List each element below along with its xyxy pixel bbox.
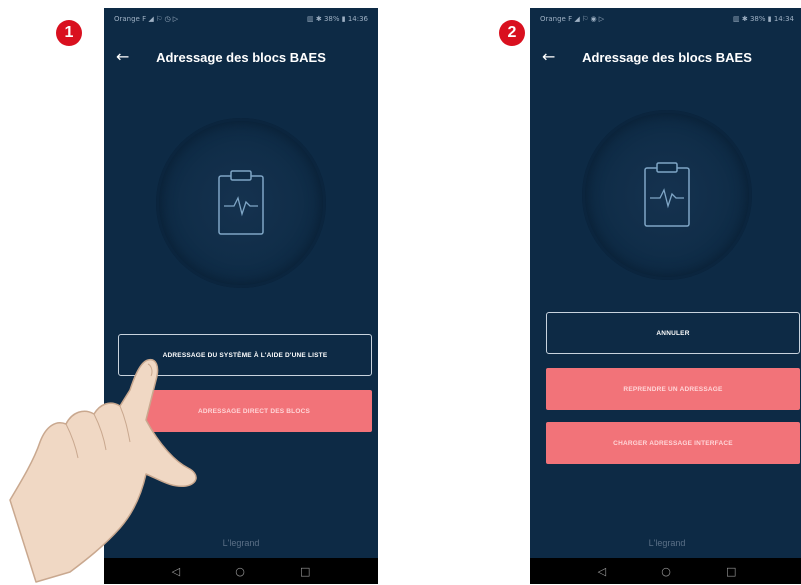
nav-recents-icon[interactable]: □ — [300, 565, 310, 578]
status-right: ▥ ✱ 38% ▮ 14:36 — [307, 15, 368, 23]
clipboard-pulse-icon — [218, 170, 264, 235]
resume-addressing-button[interactable]: REPRENDRE UN ADRESSAGE — [546, 368, 800, 410]
page-title: Adressage des blocs BAES — [582, 50, 752, 65]
nav-home-icon[interactable]: ○ — [661, 565, 671, 578]
illustration-circle — [156, 118, 326, 288]
pointing-hand-icon — [9, 358, 197, 583]
page-title: Adressage des blocs BAES — [156, 50, 326, 65]
nav-back-icon[interactable]: ◁ — [598, 565, 606, 578]
status-right: ▥ ✱ 38% ▮ 14:34 — [733, 15, 794, 23]
status-bar: Orange F ◢ ⚐ ◉ ▷ ▥ ✱ 38% ▮ 14:34 — [530, 8, 801, 30]
app-bar: ← Adressage des blocs BAES — [530, 42, 801, 72]
step-1-badge: 1 — [56, 20, 82, 46]
status-left: Orange F ◢ ⚐ ◉ ▷ — [540, 15, 605, 23]
phone-screen-2: Orange F ◢ ⚐ ◉ ▷ ▥ ✱ 38% ▮ 14:34 ← Adres… — [530, 8, 801, 584]
app-bar: ← Adressage des blocs BAES — [104, 42, 378, 72]
legrand-logo: L'legrand — [648, 538, 686, 548]
step-2-badge: 2 — [499, 20, 525, 46]
status-bar: Orange F ◢ ⚐ ◷ ▷ ▥ ✱ 38% ▮ 14:36 — [104, 8, 378, 30]
system-nav-bar: ◁ ○ □ — [530, 558, 801, 584]
illustration-circle — [582, 110, 752, 280]
cancel-button[interactable]: ANNULER — [546, 312, 800, 354]
status-left: Orange F ◢ ⚐ ◷ ▷ — [114, 15, 179, 23]
load-interface-addressing-button[interactable]: CHARGER ADRESSAGE INTERFACE — [546, 422, 800, 464]
clipboard-pulse-icon — [644, 162, 690, 227]
nav-recents-icon[interactable]: □ — [726, 565, 736, 578]
